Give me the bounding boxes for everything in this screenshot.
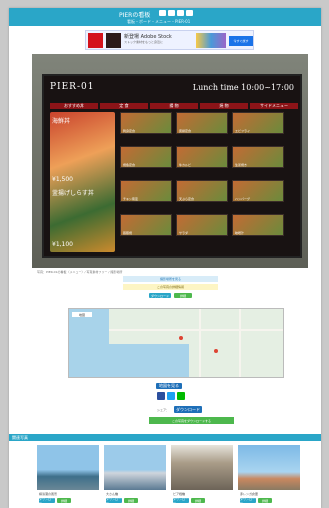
ad-copy: ストック素材をもっと身近に: [124, 40, 164, 44]
map-pin-icon[interactable]: [214, 349, 218, 353]
menu-tile: 焼魚定食: [120, 146, 172, 168]
ad-cta-button[interactable]: 今すぐ試す: [229, 36, 253, 46]
related-photo-caption[interactable]: 大さん橋: [106, 492, 118, 496]
related-photo-caption[interactable]: 赤レンガ倉庫: [240, 492, 258, 496]
category-label: おすすめ丼: [50, 103, 98, 109]
card-download-pill[interactable]: ダウンロード: [39, 497, 55, 505]
card-detail-pill[interactable]: 詳細: [124, 498, 138, 503]
related-section-title: 関連写真: [9, 434, 321, 441]
facebook-share-icon[interactable]: [157, 392, 165, 400]
dish-name: 釜揚げしらす丼: [52, 190, 94, 197]
tile-label: 唐揚定食: [179, 129, 192, 133]
menu-tile: エビフライ: [232, 112, 284, 134]
menu-tile: 天ぷら定食: [176, 180, 228, 202]
download-pill[interactable]: ダウンロード: [149, 293, 171, 298]
line-share-icon[interactable]: [177, 392, 185, 400]
category-label: 焼 物: [200, 103, 248, 109]
map-road: [109, 329, 283, 331]
menu-tile: 生姜焼き: [232, 146, 284, 168]
tile-label: 味噌汁: [235, 231, 245, 235]
board-brand: PIER-01: [50, 82, 95, 92]
stock-logo-icon: [106, 33, 121, 48]
related-photo-caption[interactable]: ピア桟橋: [173, 492, 185, 496]
map-road: [239, 309, 241, 377]
tile-label: 牛カルビ: [179, 163, 192, 167]
menu-tile: ハンバーグ: [232, 180, 284, 202]
related-photo-thumb[interactable]: [238, 445, 300, 490]
ad-image: [196, 33, 226, 48]
twitter-share-icon[interactable]: [167, 392, 175, 400]
tile-label: エビフライ: [235, 129, 251, 133]
menu-tile: 鶏照焼: [120, 214, 172, 236]
tile-label: 鶏照焼: [123, 231, 133, 235]
site-subtitle: 看板・ボード・メニュー・PIER-01: [127, 19, 191, 24]
menu-tile: チキン南蛮: [120, 180, 172, 202]
card-download-pill[interactable]: ダウンロード: [106, 497, 122, 505]
menu-board: PIER-01 Lunch time 10:00~17:00 おすすめ丼 定 食…: [42, 74, 302, 258]
card-download-pill[interactable]: ダウンロード: [173, 497, 189, 505]
menu-tile: 刺身定食: [120, 112, 172, 134]
card-download-pill[interactable]: ダウンロード: [240, 497, 256, 505]
menu-tile: サラダ: [176, 214, 228, 236]
card-detail-pill[interactable]: 詳細: [191, 498, 205, 503]
tile-label: 刺身定食: [123, 129, 136, 133]
map-type-toggle[interactable]: 地図: [72, 312, 92, 317]
location-map[interactable]: 地図: [68, 308, 284, 378]
detail-link-bar[interactable]: この写真の詳細情報: [123, 284, 218, 290]
related-photo-thumb[interactable]: [171, 445, 233, 490]
related-photo-caption[interactable]: 横浜港の風景: [39, 492, 57, 496]
category-label: サイドメニュー: [250, 103, 298, 109]
photo-caption: 写真：PIER-01の看板（メニュー）/ 写真素材フリー / 撮影場所: [37, 270, 123, 274]
menu-tile: 牛カルビ: [176, 146, 228, 168]
map-road: [199, 309, 201, 377]
adobe-logo-icon: [88, 33, 103, 48]
tile-label: チキン南蛮: [123, 197, 138, 201]
mail-icon[interactable]: [186, 10, 193, 16]
ad-banner[interactable]: 新登場 Adobe Stock ストック素材をもっと身近に 今すぐ試す: [85, 30, 254, 50]
facebook-icon[interactable]: [159, 10, 166, 16]
map-button[interactable]: 地図を見る: [156, 383, 182, 389]
map-pin-icon[interactable]: [179, 336, 183, 340]
tile-label: サラダ: [179, 231, 189, 235]
tile-label: 天ぷら定食: [179, 197, 195, 201]
site-title[interactable]: PIERの看板: [119, 10, 150, 19]
dish-price: ¥1,100: [52, 241, 73, 248]
dish-name: 海鮮丼: [52, 118, 71, 125]
dish-price: ¥1,500: [52, 176, 73, 183]
download-button[interactable]: ダウンロード: [174, 406, 202, 413]
ad-title: 新登場 Adobe Stock: [124, 34, 172, 40]
rss-icon[interactable]: [177, 10, 184, 16]
card-detail-pill[interactable]: 詳細: [258, 498, 272, 503]
board-lunch-time: Lunch time 10:00~17:00: [192, 83, 294, 92]
twitter-icon[interactable]: [168, 10, 175, 16]
tile-label: ハンバーグ: [235, 197, 251, 201]
share-label: シェア：: [157, 408, 170, 412]
location-link-bar[interactable]: 撮影場所を見る: [123, 276, 218, 282]
map-water: [69, 344, 189, 377]
menu-tile: 唐揚定食: [176, 112, 228, 134]
download-photo-button[interactable]: この写真をダウンロードする: [149, 417, 234, 424]
category-label: 揚 物: [150, 103, 198, 109]
page: PIERの看板 看板・ボード・メニュー・PIER-01 新登場 Adobe St…: [9, 8, 321, 508]
related-photo-thumb[interactable]: [37, 445, 99, 490]
category-label: 定 食: [100, 103, 148, 109]
card-detail-pill[interactable]: 詳細: [57, 498, 71, 503]
related-photo-thumb[interactable]: [104, 445, 166, 490]
tile-label: 生姜焼き: [235, 163, 248, 167]
menu-tile: 味噌汁: [232, 214, 284, 236]
site-header: PIERの看板 看板・ボード・メニュー・PIER-01: [9, 8, 321, 26]
category-row: おすすめ丼 定 食 揚 物 焼 物 サイドメニュー: [50, 103, 298, 109]
tile-label: 焼魚定食: [123, 163, 136, 167]
detail-pill[interactable]: 詳細: [174, 293, 192, 298]
header-icons: [159, 10, 193, 16]
menu-photo[interactable]: PIER-01 Lunch time 10:00~17:00 おすすめ丼 定 食…: [32, 54, 308, 268]
